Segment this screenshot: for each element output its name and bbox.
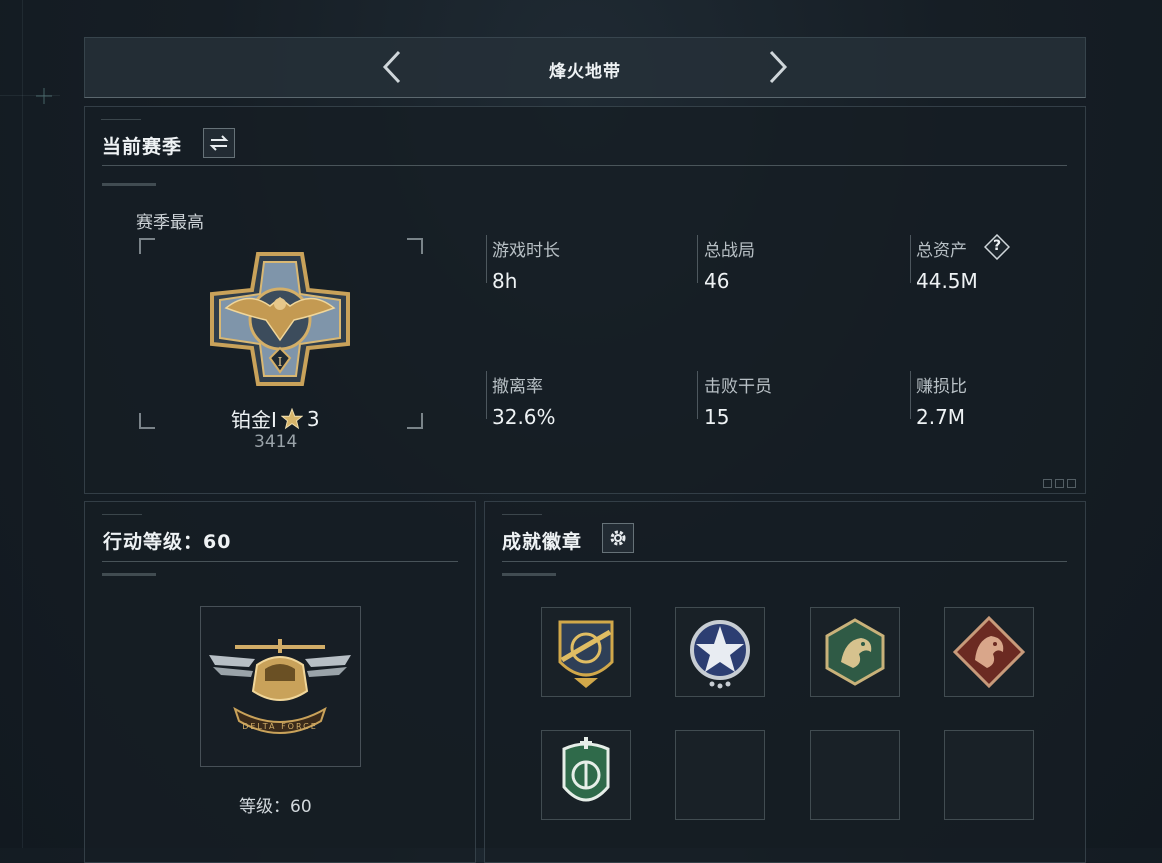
swap-icon <box>209 135 229 151</box>
rank-line: 铂金I 3 <box>231 404 320 433</box>
deco-tick <box>502 573 556 576</box>
chevron-right-icon[interactable] <box>761 50 795 84</box>
help-button[interactable]: ? <box>983 233 1011 261</box>
badge-slot[interactable] <box>944 607 1034 697</box>
mode-title: 烽火地带 <box>549 62 621 82</box>
divider <box>502 561 1067 562</box>
star-ring-badge-icon <box>690 620 750 689</box>
stat-value-extraction-rate: 32.6% <box>492 405 556 429</box>
frame-corner <box>407 413 423 429</box>
badge-slot[interactable] <box>675 607 765 697</box>
dragon-diamond-badge-icon <box>952 615 1026 689</box>
badge-slot[interactable] <box>541 607 631 697</box>
crosshair-deco-icon <box>36 88 52 104</box>
frame-corner <box>139 413 155 429</box>
green-shield-badge-icon <box>562 737 610 802</box>
rank-name: 铂金I <box>231 408 277 432</box>
stat-divider <box>910 371 911 419</box>
emblem-lettering: DELTA FORCE <box>242 722 318 731</box>
help-symbol: ? <box>992 238 1002 254</box>
deco-tick <box>102 514 142 515</box>
achievements-panel: 成就徽章 <box>484 501 1086 863</box>
stat-value-play-time: 8h <box>492 269 518 293</box>
stat-value-total-matches: 46 <box>704 269 730 293</box>
empty-badge-slot[interactable] <box>944 730 1034 820</box>
stat-divider <box>486 235 487 283</box>
star-icon <box>280 407 303 429</box>
achievements-title: 成就徽章 <box>502 531 583 553</box>
stat-value-total-assets: 44.5M <box>916 269 978 293</box>
level-panel: 行动等级：60 DELTA FORCE 等级：60 <box>84 501 476 863</box>
deco-tick <box>102 183 156 186</box>
rank-score: 3414 <box>254 432 298 452</box>
stat-value-profit-ratio: 2.7M <box>916 405 966 429</box>
season-title: 当前赛季 <box>102 136 183 158</box>
frame-corner <box>407 238 423 254</box>
badge-slot[interactable] <box>541 730 631 820</box>
svg-text:I: I <box>278 355 283 369</box>
stat-label-profit-ratio: 赚损比 <box>916 377 967 397</box>
mode-selector-bar: 烽火地带 <box>84 37 1086 98</box>
gear-icon <box>610 530 626 546</box>
season-panel: 当前赛季 赛季最高 I 铂金I 3 3414 游戏时长 8h 总战局 46 总资… <box>84 106 1086 494</box>
dragon-hexagon-badge-icon <box>825 618 885 686</box>
deco-tick <box>502 514 542 515</box>
platinum-rank-emblem-icon: I <box>210 252 350 386</box>
crosshair-shield-badge-icon <box>558 620 614 688</box>
deco-tick <box>102 573 156 576</box>
badge-slot[interactable] <box>810 607 900 697</box>
stat-label-play-time: 游戏时长 <box>492 241 560 261</box>
level-title: 行动等级：60 <box>103 531 232 553</box>
level-emblem-frame: DELTA FORCE <box>200 606 361 767</box>
bg-deco-line <box>22 0 23 848</box>
helicopter-emblem-icon: DELTA FORCE <box>209 639 351 734</box>
stat-label-total-matches: 总战局 <box>704 241 755 261</box>
rank-stars: 3 <box>306 406 320 431</box>
deco-tick <box>101 119 141 120</box>
stat-label-total-assets: 总资产 <box>916 241 967 261</box>
stat-divider <box>697 235 698 283</box>
stat-divider <box>910 235 911 283</box>
stat-divider <box>486 371 487 419</box>
stat-divider <box>697 371 698 419</box>
badge-settings-button[interactable] <box>602 523 634 553</box>
frame-corner <box>139 238 155 254</box>
stat-label-extraction-rate: 撤离率 <box>492 377 543 397</box>
level-caption: 等级：60 <box>239 797 312 817</box>
divider <box>102 165 1067 166</box>
season-best-label: 赛季最高 <box>136 213 204 233</box>
stat-label-kills: 击败干员 <box>704 377 772 397</box>
stat-value-kills: 15 <box>704 405 730 429</box>
swap-season-button[interactable] <box>203 128 235 158</box>
empty-badge-slot[interactable] <box>810 730 900 820</box>
page-dots <box>1043 479 1076 488</box>
empty-badge-slot[interactable] <box>675 730 765 820</box>
divider <box>102 561 458 562</box>
